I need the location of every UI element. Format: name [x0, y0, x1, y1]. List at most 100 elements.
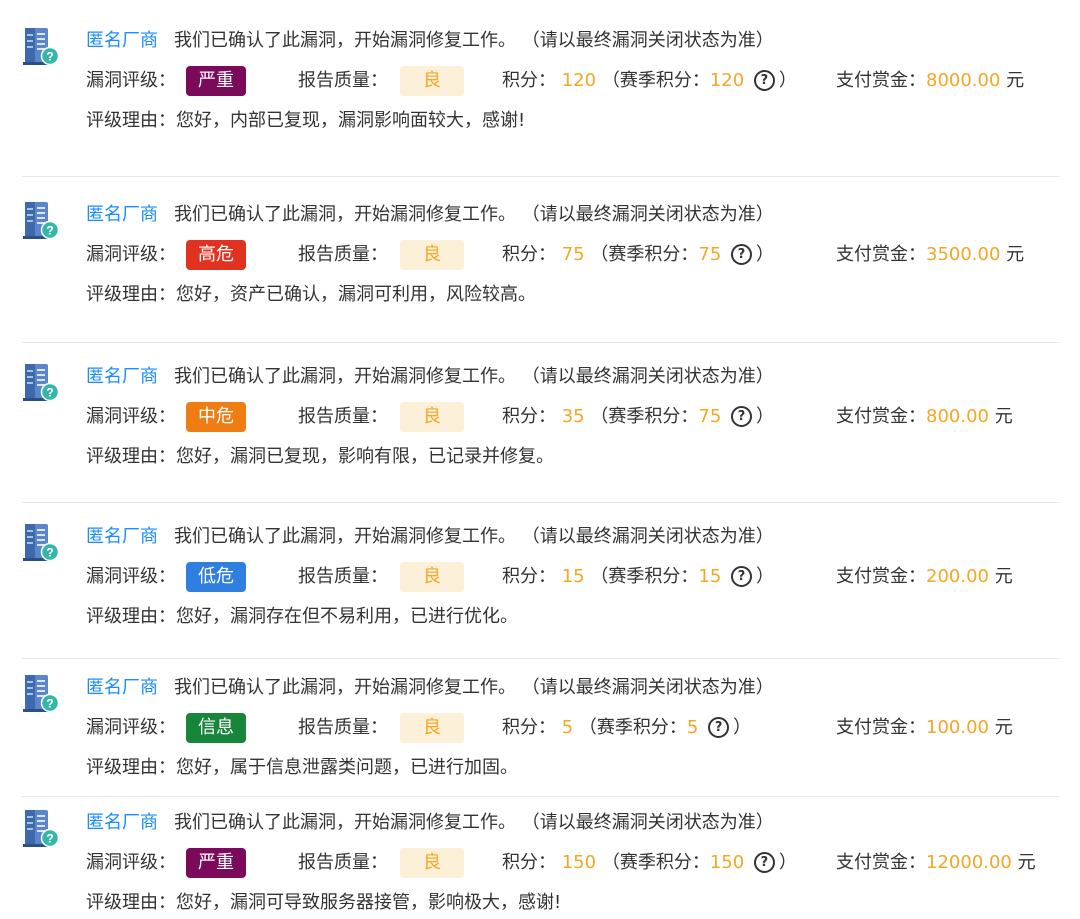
vendor-link[interactable]: 匿名厂商	[86, 366, 158, 387]
message-line: 匿名厂商 我们已确认了此漏洞，开始漏洞修复工作。 （请以最终漏洞关闭状态为准）	[86, 364, 774, 390]
points-label: 积分：	[502, 406, 556, 427]
currency-label: 元	[994, 406, 1013, 427]
bounty-value: 12000.00	[926, 852, 1012, 873]
reason-text: 您好，内部已复现，漏洞影响面较大，感谢!	[176, 110, 526, 131]
bounty-group: 支付赏金：200.00 元	[836, 564, 1013, 590]
status-message: 我们已确认了此漏洞，开始漏洞修复工作。 （请以最终漏洞关闭状态为准）	[174, 204, 774, 225]
details-line: 漏洞评级： 严重 报告质量： 良 积分： 150 （赛季积分：150 ?） 支付…	[86, 848, 1036, 878]
svg-text:?: ?	[46, 832, 53, 846]
bounty-label: 支付赏金：	[836, 406, 926, 427]
quality-label: 报告质量：	[298, 717, 388, 738]
season-points-label: （赛季积分：	[590, 406, 699, 427]
currency-label: 元	[1006, 70, 1025, 91]
bounty-value: 200.00	[926, 566, 989, 587]
bounty-value: 100.00	[926, 717, 989, 738]
bounty-value: 8000.00	[926, 70, 1001, 91]
status-message: 我们已确认了此漏洞，开始漏洞修复工作。 （请以最终漏洞关闭状态为准）	[174, 812, 774, 833]
bounty-group: 支付赏金：3500.00 元	[836, 242, 1024, 268]
points-group: 积分： 15 （赛季积分：15 ?）	[502, 564, 774, 590]
vendor-link[interactable]: 匿名厂商	[86, 812, 158, 833]
svg-text:?: ?	[46, 697, 53, 711]
question-circle-icon[interactable]: ?	[731, 406, 753, 427]
svg-text:?: ?	[46, 546, 53, 560]
quality-badge: 良	[400, 240, 464, 270]
reason-line: 评级理由：您好，漏洞可导致服务器接管，影响极大，感谢!	[86, 890, 561, 916]
svg-text:?: ?	[46, 386, 53, 400]
points-value: 35	[561, 406, 585, 427]
rating-label: 漏洞评级：	[86, 406, 176, 427]
points-group: 积分： 5 （赛季积分：5 ?）	[502, 715, 751, 741]
details-line: 漏洞评级： 严重 报告质量： 良 积分： 120 （赛季积分：120 ?） 支付…	[86, 66, 1024, 96]
message-line: 匿名厂商 我们已确认了此漏洞，开始漏洞修复工作。 （请以最终漏洞关闭状态为准）	[86, 810, 774, 836]
points-value: 120	[561, 70, 597, 91]
season-points-value: 75	[698, 406, 722, 427]
points-value: 150	[561, 852, 597, 873]
building-question-icon: ?	[23, 524, 60, 562]
building-question-icon: ?	[23, 364, 60, 402]
points-group: 积分： 150 （赛季积分：150 ?）	[502, 850, 797, 876]
entry-divider	[22, 176, 1060, 177]
points-value: 5	[561, 717, 574, 738]
building-question-icon: ?	[23, 675, 60, 713]
message-line: 匿名厂商 我们已确认了此漏洞，开始漏洞修复工作。 （请以最终漏洞关闭状态为准）	[86, 524, 774, 550]
bounty-value: 3500.00	[926, 244, 1001, 265]
quality-label: 报告质量：	[298, 70, 388, 91]
reason-line: 评级理由：您好，内部已复现，漏洞影响面较大，感谢!	[86, 108, 525, 134]
season-points-value: 120	[709, 70, 745, 91]
points-label: 积分：	[502, 852, 556, 873]
quality-badge: 良	[400, 402, 464, 432]
points-value: 75	[561, 244, 585, 265]
bounty-label: 支付赏金：	[836, 717, 926, 738]
vendor-link[interactable]: 匿名厂商	[86, 526, 158, 547]
severity-badge: 严重	[186, 66, 246, 96]
entry-divider	[22, 796, 1060, 797]
bounty-label: 支付赏金：	[836, 566, 926, 587]
details-line: 漏洞评级： 低危 报告质量： 良 积分： 15 （赛季积分：15 ?） 支付赏金…	[86, 562, 1013, 592]
question-circle-icon[interactable]: ?	[708, 717, 730, 738]
details-line: 漏洞评级： 高危 报告质量： 良 积分： 75 （赛季积分：75 ?） 支付赏金…	[86, 240, 1024, 270]
vendor-link[interactable]: 匿名厂商	[86, 204, 158, 225]
bounty-group: 支付赏金：800.00 元	[836, 404, 1013, 430]
season-close: ）	[756, 244, 775, 265]
reason-line: 评级理由：您好，资产已确认，漏洞可利用，风险较高。	[86, 282, 536, 308]
points-label: 积分：	[502, 717, 556, 738]
question-circle-icon[interactable]: ?	[731, 566, 753, 587]
svg-text:?: ?	[46, 50, 53, 64]
reason-text: 您好，属于信息泄露类问题，已进行加固。	[176, 757, 518, 778]
severity-badge: 信息	[186, 713, 246, 743]
reason-label: 评级理由：	[86, 284, 176, 305]
building-question-icon: ?	[23, 28, 60, 66]
question-circle-icon[interactable]: ?	[731, 244, 753, 265]
points-value: 15	[561, 566, 585, 587]
building-question-icon: ?	[23, 202, 60, 240]
reason-text: 您好，资产已确认，漏洞可利用，风险较高。	[176, 284, 536, 305]
season-points-label: （赛季积分：	[590, 244, 699, 265]
vendor-link[interactable]: 匿名厂商	[86, 677, 158, 698]
reason-text: 您好，漏洞可导致服务器接管，影响极大，感谢!	[176, 892, 562, 913]
reason-text: 您好，漏洞存在但不易利用，已进行优化。	[176, 606, 518, 627]
reason-line: 评级理由：您好，漏洞已复现，影响有限，已记录并修复。	[86, 444, 554, 470]
season-points-value: 75	[698, 244, 722, 265]
season-points-value: 150	[709, 852, 745, 873]
quality-badge: 良	[400, 66, 464, 96]
vendor-link[interactable]: 匿名厂商	[86, 30, 158, 51]
currency-label: 元	[1017, 852, 1036, 873]
quality-label: 报告质量：	[298, 852, 388, 873]
bounty-group: 支付赏金：12000.00 元	[836, 850, 1036, 876]
question-circle-icon[interactable]: ?	[753, 852, 775, 873]
season-close: ）	[778, 70, 797, 91]
rating-label: 漏洞评级：	[86, 244, 176, 265]
message-line: 匿名厂商 我们已确认了此漏洞，开始漏洞修复工作。 （请以最终漏洞关闭状态为准）	[86, 28, 774, 54]
quality-label: 报告质量：	[298, 566, 388, 587]
bounty-label: 支付赏金：	[836, 70, 926, 91]
bounty-group: 支付赏金：100.00 元	[836, 715, 1013, 741]
points-label: 积分：	[502, 70, 556, 91]
currency-label: 元	[994, 566, 1013, 587]
reason-line: 评级理由：您好，漏洞存在但不易利用，已进行优化。	[86, 604, 518, 630]
details-line: 漏洞评级： 中危 报告质量： 良 积分： 35 （赛季积分：75 ?） 支付赏金…	[86, 402, 1013, 432]
severity-badge: 中危	[186, 402, 246, 432]
entry-divider	[22, 502, 1060, 503]
question-circle-icon[interactable]: ?	[753, 70, 775, 91]
bounty-value: 800.00	[926, 406, 989, 427]
quality-badge: 良	[400, 848, 464, 878]
